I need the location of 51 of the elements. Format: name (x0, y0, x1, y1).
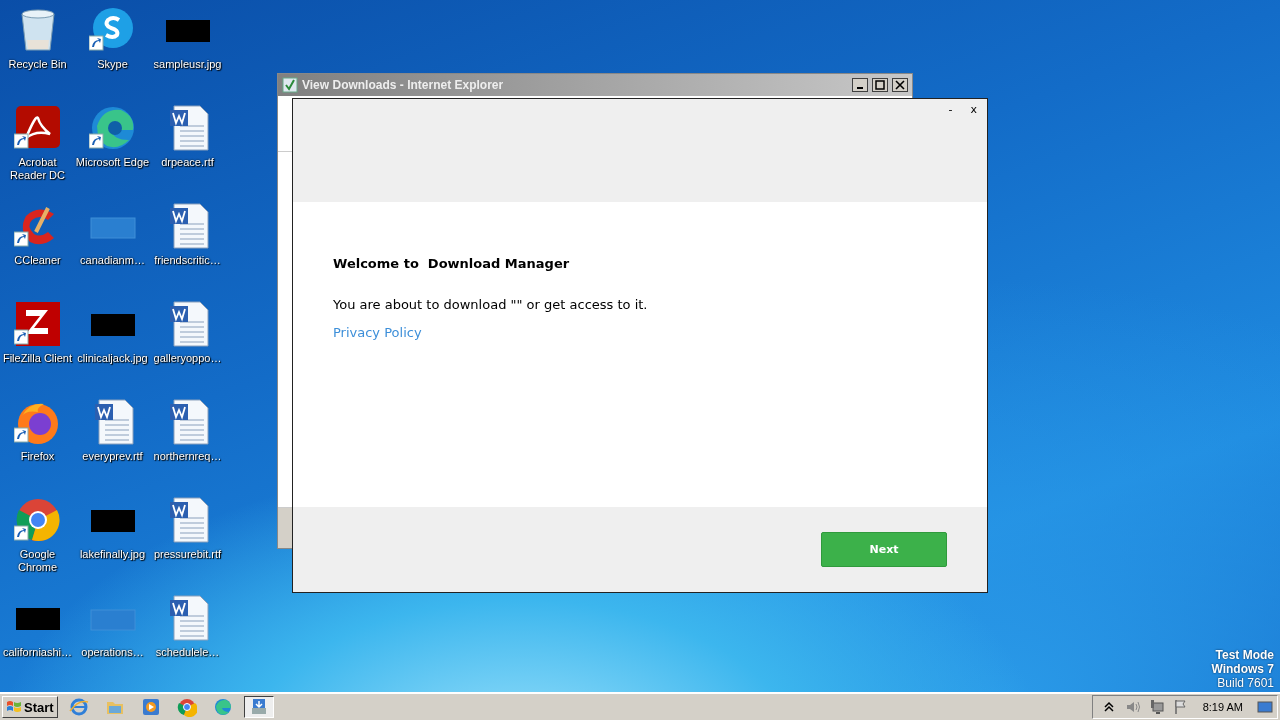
download-icon (282, 77, 298, 93)
close-icon (895, 80, 905, 90)
privacy-policy-link[interactable]: Privacy Policy (333, 325, 422, 340)
filezilla-icon[interactable] (13, 300, 62, 348)
taskbar-installer-button[interactable] (243, 696, 274, 718)
show-desktop-icon[interactable] (1257, 699, 1273, 715)
desktop-icon-label[interactable]: Skype (75, 58, 150, 71)
desktop-icon-label[interactable]: Google Chrome (0, 548, 75, 574)
clock[interactable]: 8:19 AM (1202, 701, 1243, 713)
start-button[interactable]: Start (2, 696, 58, 718)
minimize-button[interactable] (852, 78, 868, 92)
chrome-icon (176, 697, 197, 717)
maximize-icon (875, 80, 885, 90)
media-icon (140, 697, 161, 717)
windows-logo-icon (6, 699, 22, 715)
desktop-icon-label[interactable]: californiashi… (0, 646, 75, 659)
desktop-icon-label[interactable]: drpeace.rtf (150, 156, 225, 169)
desktop-icon-label[interactable]: Firefox (0, 450, 75, 463)
dialog-heading: Welcome to Download Manager (333, 256, 570, 271)
network-icon[interactable] (1148, 699, 1165, 715)
system-watermark-text: Windows 7 (1211, 662, 1274, 676)
desktop-icon-label[interactable]: Acrobat Reader DC (0, 156, 75, 182)
desktop-icon-label[interactable]: northernreq… (150, 450, 225, 463)
dialog-message: You are about to download "" or get access to it. (333, 297, 648, 312)
desktop-icon-label[interactable]: operations… (75, 646, 150, 659)
desktop-icon-label[interactable]: clinicaljack.jpg (75, 352, 150, 365)
desktop-icon-label[interactable]: pressurebit.rtf (150, 548, 225, 561)
desktop-icon-label[interactable]: lakefinally.jpg (75, 548, 150, 561)
flag-icon[interactable] (1172, 699, 1189, 715)
system-watermark-text: Build 7601 (1217, 676, 1274, 690)
pdf-icon[interactable] (13, 104, 62, 152)
desktop-icon-label[interactable]: sampleusr.jpg (150, 58, 225, 71)
desktop-icon-label[interactable]: everyprev.rtf (75, 450, 150, 463)
desktop-icon-label[interactable]: Microsoft Edge (75, 156, 150, 169)
desktop-icon-label[interactable]: CCleaner (0, 254, 75, 267)
desktop-icon-label[interactable]: FileZilla Client (0, 352, 75, 365)
ie-icon (68, 697, 89, 717)
minimize-icon (857, 87, 863, 89)
edge-icon[interactable] (88, 104, 137, 152)
maximize-button[interactable] (872, 78, 888, 92)
minimize-button[interactable]: - (946, 103, 955, 116)
close-button[interactable]: x (968, 103, 979, 116)
desktop-icon-label[interactable]: canadianm… (75, 254, 150, 267)
desktop-icon-label[interactable]: friendscritic… (150, 254, 225, 267)
system-watermark-text: Test Mode (1215, 648, 1274, 662)
chrome-icon[interactable] (13, 496, 62, 544)
desktop-icon-label[interactable]: galleryoppo… (150, 352, 225, 365)
close-button[interactable] (892, 78, 908, 92)
edge-icon (212, 697, 233, 717)
window-title: View Downloads - Internet Explorer (302, 78, 505, 92)
desktop-icon-label[interactable]: Recycle Bin (0, 58, 75, 71)
